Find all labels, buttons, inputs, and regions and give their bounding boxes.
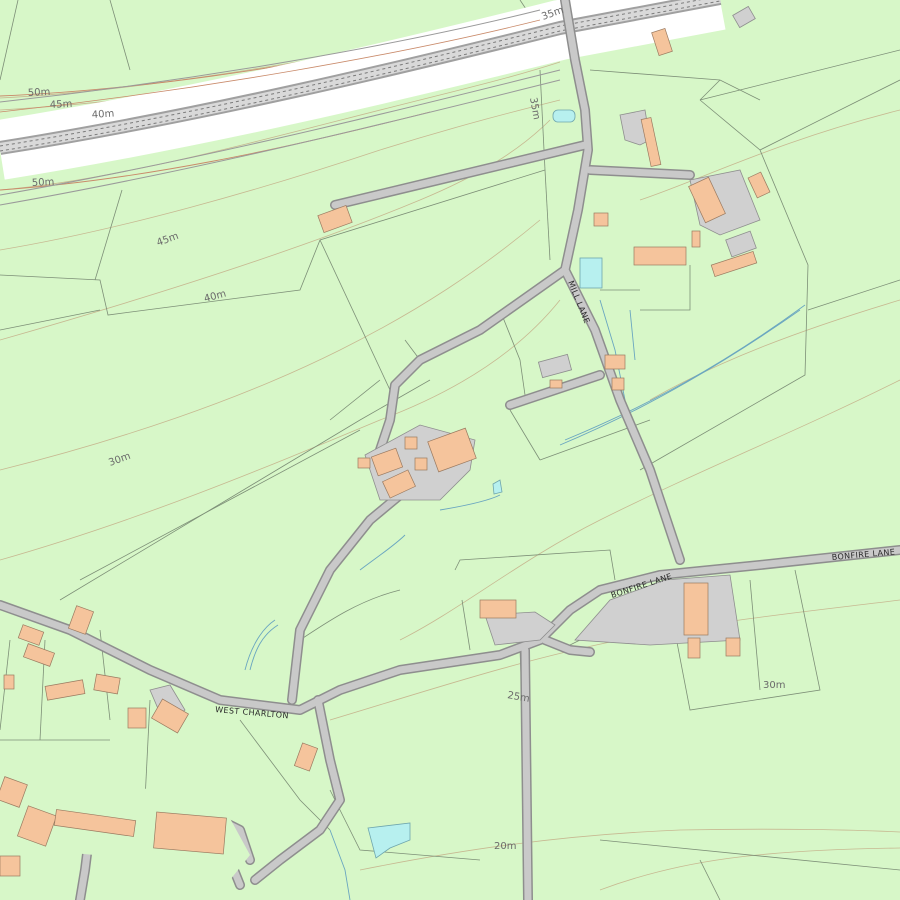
building xyxy=(0,855,21,877)
contour-label: 40m xyxy=(91,108,114,121)
building xyxy=(404,436,418,450)
building xyxy=(604,354,626,370)
building xyxy=(357,457,371,469)
building xyxy=(683,582,709,636)
building xyxy=(479,599,517,619)
contour-label: 20m xyxy=(494,841,516,852)
building xyxy=(593,212,609,227)
pond-north xyxy=(552,109,576,123)
building xyxy=(691,230,701,248)
building xyxy=(3,674,15,690)
map-canvas[interactable]: WEST CHARLTON BONFIRE LANE BONFIRE LANE … xyxy=(0,0,900,900)
building xyxy=(633,246,687,266)
contour-label: 45m xyxy=(50,99,73,111)
pond-mill xyxy=(579,257,603,289)
contour-label: 30m xyxy=(763,680,785,691)
building xyxy=(127,707,147,729)
building xyxy=(725,637,741,657)
building xyxy=(549,379,563,389)
building xyxy=(687,637,701,659)
building xyxy=(153,811,227,855)
contour-label: 50m xyxy=(32,177,55,189)
building xyxy=(414,457,428,471)
contour-label: 50m xyxy=(28,87,51,99)
building xyxy=(611,377,625,391)
